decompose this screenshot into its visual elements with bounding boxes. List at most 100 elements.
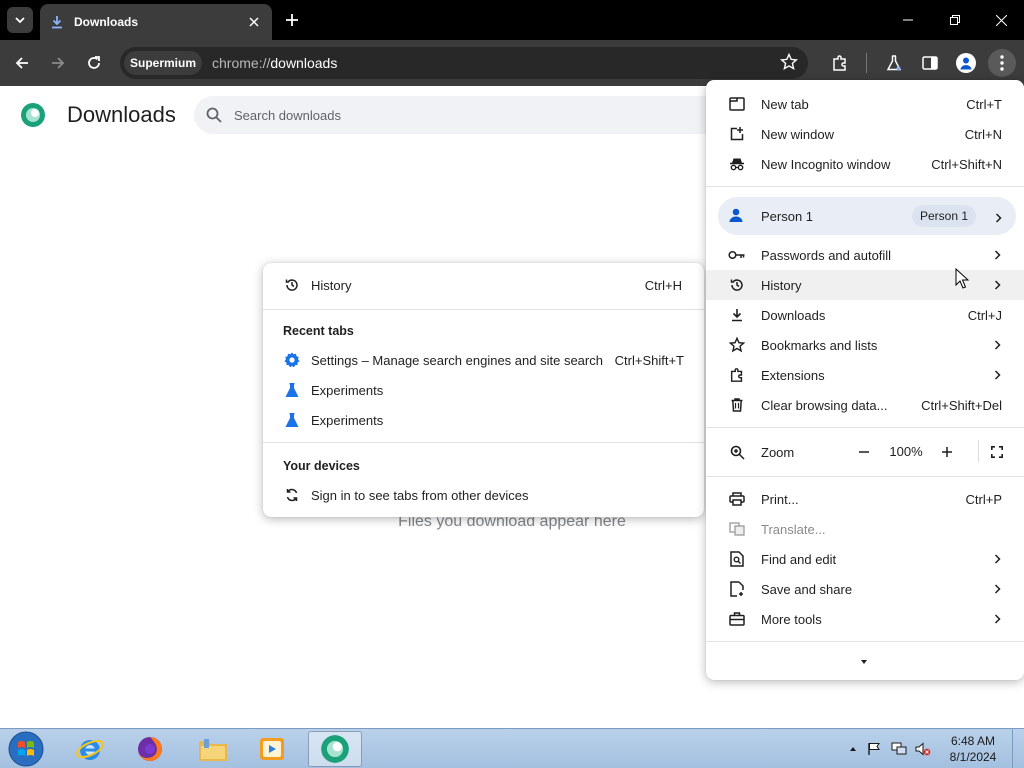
taskbar-firefox[interactable]: [123, 731, 177, 767]
menu-item-label: Find and edit: [761, 551, 837, 567]
reload-icon: [88, 56, 100, 69]
menu-item-find-edit[interactable]: Find and edit: [706, 544, 1024, 574]
menu-item-bookmarks[interactable]: Bookmarks and lists: [706, 330, 1024, 360]
action-center-tray-icon[interactable]: [866, 741, 882, 757]
forward-button[interactable]: [44, 49, 72, 77]
zoom-value: 100%: [889, 444, 923, 459]
caret-up-icon: [850, 747, 856, 751]
taskbar-file-explorer[interactable]: [186, 731, 240, 767]
restore-button[interactable]: [939, 4, 971, 36]
tab-search-button[interactable]: [7, 7, 33, 33]
menu-item-extensions[interactable]: Extensions: [706, 360, 1024, 390]
taskbar-media-player[interactable]: [245, 731, 299, 767]
menu-item-label: New Incognito window: [761, 156, 891, 172]
taskbar: 6:48 AM 8/1/2024: [0, 728, 1024, 768]
side-panel-button[interactable]: [916, 49, 944, 77]
shortcut-text: Ctrl+P: [965, 491, 1002, 507]
menu-item-save-share[interactable]: Save and share: [706, 574, 1024, 604]
menu-item-new-tab[interactable]: New tab Ctrl+T: [706, 89, 1024, 119]
fullscreen-button[interactable]: [984, 439, 1010, 465]
bookmark-star-button[interactable]: [779, 52, 799, 74]
plus-icon: [286, 14, 298, 26]
system-clock[interactable]: 6:48 AM 8/1/2024: [940, 733, 1006, 765]
trash-icon: [728, 396, 746, 414]
chevron-right-icon: [995, 211, 1002, 226]
start-button[interactable]: [6, 730, 46, 768]
taskbar-internet-explorer[interactable]: [63, 731, 117, 767]
sync-icon: [283, 486, 301, 504]
network-tray-icon[interactable]: [891, 741, 907, 757]
volume-tray-icon[interactable]: [915, 741, 931, 757]
experiments-button[interactable]: [880, 49, 908, 77]
recent-tab-item[interactable]: Experiments: [263, 405, 704, 435]
internet-explorer-icon: [76, 739, 104, 760]
speaker-muted-icon: [915, 742, 931, 756]
new-tab-button[interactable]: [280, 8, 304, 32]
menu-item-passwords[interactable]: Passwords and autofill: [706, 240, 1024, 270]
history-icon: [283, 276, 301, 294]
menu-item-downloads[interactable]: Downloads Ctrl+J: [706, 300, 1024, 330]
address-bar[interactable]: Supermium chrome://downloads: [120, 47, 808, 79]
chevron-right-icon: [992, 554, 1002, 564]
menu-item-new-window[interactable]: New window Ctrl+N: [706, 119, 1024, 149]
chevron-right-icon: [992, 250, 1002, 260]
firefox-icon: [138, 737, 162, 761]
translate-icon: [728, 520, 746, 538]
show-hidden-icons-button[interactable]: [845, 741, 861, 757]
puzzle-icon: [833, 55, 846, 71]
profile-chip[interactable]: Supermium: [124, 51, 203, 75]
page-title: Downloads: [67, 102, 176, 127]
tab-title: Downloads: [74, 15, 139, 29]
menu-item-print[interactable]: Print... Ctrl+P: [706, 484, 1024, 514]
recent-tab-item[interactable]: Settings – Manage search engines and sit…: [263, 345, 704, 375]
divider: [706, 427, 1024, 428]
tab-close-button[interactable]: [246, 14, 262, 30]
folder-icon: [199, 739, 227, 761]
main-menu: New tab Ctrl+T New window Ctrl+N New Inc…: [706, 80, 1024, 680]
star-icon: [779, 52, 799, 71]
network-icon: [891, 742, 907, 755]
toolbox-icon: [728, 610, 746, 628]
url-text[interactable]: chrome://downloads: [212, 55, 337, 71]
chevron-down-icon: [15, 17, 25, 24]
media-player-icon: [260, 738, 284, 760]
taskbar-supermium[interactable]: [308, 731, 362, 767]
sign-in-devices-item[interactable]: Sign in to see tabs from other devices: [263, 480, 704, 510]
recent-tab-item[interactable]: Experiments: [263, 375, 704, 405]
divider: [263, 442, 704, 443]
arrow-right-icon: [52, 57, 65, 69]
side-panel-icon: [922, 56, 938, 70]
menu-item-more-tools[interactable]: More tools: [706, 604, 1024, 634]
menu-item-translate[interactable]: Translate...: [706, 514, 1024, 544]
divider: [263, 309, 704, 310]
zoom-in-button[interactable]: [934, 439, 960, 465]
flask-icon: [283, 381, 301, 399]
find-in-page-icon: [728, 550, 746, 568]
show-desktop-button[interactable]: [1012, 729, 1024, 768]
main-menu-button[interactable]: [988, 49, 1016, 77]
profile-button[interactable]: [952, 49, 980, 77]
caret-down-icon: [861, 660, 867, 664]
search-bar[interactable]: [194, 96, 754, 134]
zoom-out-button[interactable]: [851, 439, 877, 465]
arrow-left-icon: [15, 57, 28, 69]
minimize-button[interactable]: [892, 4, 924, 36]
menu-scroll-down-button[interactable]: [860, 653, 868, 668]
menu-item-label: More tools: [761, 611, 822, 627]
menu-item-new-incognito[interactable]: New Incognito window Ctrl+Shift+N: [706, 149, 1024, 179]
extensions-button[interactable]: [826, 49, 854, 77]
menu-item-clear-data[interactable]: Clear browsing data... Ctrl+Shift+Del: [706, 390, 1024, 420]
reload-button[interactable]: [80, 49, 108, 77]
person-icon: [960, 57, 972, 70]
menu-item-label: Passwords and autofill: [761, 247, 892, 263]
clock-date: 8/1/2024: [949, 750, 997, 764]
menu-item-history[interactable]: History: [706, 270, 1024, 300]
tab-downloads[interactable]: Downloads: [40, 4, 272, 40]
search-input[interactable]: [234, 107, 654, 123]
close-window-button[interactable]: [985, 4, 1017, 36]
menu-item-person[interactable]: Person 1 Person 1: [718, 197, 1016, 235]
back-button[interactable]: [8, 49, 36, 77]
menu-item-label: Bookmarks and lists: [761, 337, 878, 353]
your-devices-header: Your devices: [283, 459, 360, 473]
submenu-item-history[interactable]: History Ctrl+H: [263, 270, 704, 300]
